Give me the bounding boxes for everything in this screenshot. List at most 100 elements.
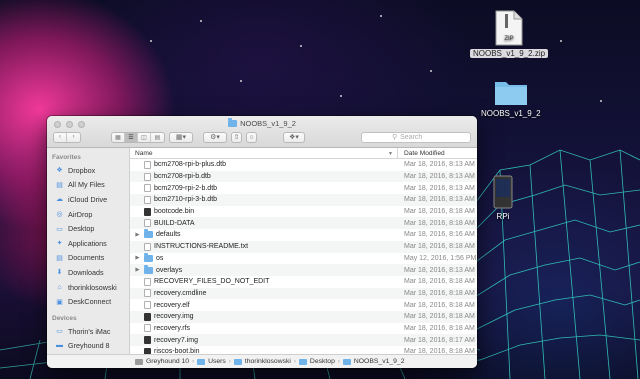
file-date: Mar 18, 2016, 8:17 AM (404, 336, 475, 344)
file-row[interactable]: recovery.cmdline Mar 18, 2016, 8:18 AM (130, 287, 477, 300)
document-icon (144, 277, 151, 286)
document-icon (144, 301, 151, 310)
file-date: Mar 18, 2016, 8:13 AM (404, 184, 475, 192)
cover-flow-button[interactable]: ▤ (151, 132, 164, 142)
file-row[interactable]: bcm2709-rpi-2-b.dtb Mar 18, 2016, 8:13 AM (130, 182, 477, 194)
arrange-button[interactable]: ▦▾ (169, 131, 193, 143)
sidebar-item-dropbox[interactable]: ❖ Dropbox (47, 163, 129, 178)
date-column-header[interactable]: Date Modified (398, 150, 445, 157)
sidebar-item-greyhound-8[interactable]: ▬ Greyhound 8 (47, 339, 129, 354)
binary-file-icon (144, 336, 151, 345)
file-date: Mar 18, 2016, 8:18 AM (404, 301, 475, 309)
binary-file-icon (144, 207, 151, 216)
sidebar-item-deskconnect[interactable]: ▣ DeskConnect (47, 294, 129, 309)
file-date: Mar 18, 2016, 8:13 AM (404, 173, 475, 181)
file-row[interactable]: ▶ os May 12, 2016, 1:56 PM (130, 252, 477, 265)
sidebar-item-label: Thorin's iMac (68, 326, 111, 336)
file-date: Mar 18, 2016, 8:13 AM (404, 266, 475, 274)
file-row[interactable]: ▶ overlays Mar 18, 2016, 8:13 AM (130, 264, 477, 276)
file-row[interactable]: INSTRUCTIONS-README.txt Mar 18, 2016, 8:1… (130, 240, 477, 253)
disclosure-triangle-icon[interactable]: ▶ (134, 232, 141, 238)
sidebar-item-downloads[interactable]: ⬇ Downloads (47, 265, 129, 280)
imac-icon: ▭ (56, 328, 63, 336)
file-row[interactable]: bootcode.bin Mar 18, 2016, 8:18 AM (130, 206, 477, 218)
path-segment[interactable]: Desktop (310, 358, 335, 365)
name-column-header[interactable]: Name ▼ (130, 148, 398, 158)
folder-icon (144, 264, 153, 274)
file-row[interactable]: RECOVERY_FILES_DO_NOT_EDIT Mar 18, 2016, … (130, 276, 477, 288)
file-date: Mar 18, 2016, 8:18 AM (404, 289, 475, 297)
sidebar-item-applications[interactable]: ✦ Applications (47, 236, 129, 251)
sidebar-item-desktop[interactable]: ▭ Desktop (47, 221, 129, 236)
disclosure-triangle-icon[interactable]: ▶ (134, 267, 141, 273)
file-date: Mar 18, 2016, 8:13 AM (404, 196, 475, 204)
document-icon (144, 195, 151, 204)
file-row[interactable]: bcm2710-rpi-3-b.dtb Mar 18, 2016, 8:13 AM (130, 194, 477, 206)
desktop-icon-label: NOOBS_v1_9_2.zip (470, 49, 549, 58)
file-row[interactable]: recovery.img Mar 18, 2016, 8:18 AM (130, 310, 477, 323)
file-name: bcm2708-rpi-b-plus.dtb (154, 161, 226, 169)
file-name: bcm2709-rpi-2-b.dtb (154, 184, 218, 192)
file-row[interactable]: bcm2708-rpi-b.dtb Mar 18, 2016, 8:13 AM (130, 170, 477, 183)
icon-view-button[interactable]: ▦ (112, 132, 125, 142)
sidebar-item-icloud-drive[interactable]: ☁ iCloud Drive (47, 192, 129, 207)
file-name: recovery.cmdline (154, 289, 207, 297)
search-icon: ⚲ (392, 134, 398, 141)
finder-body: Favorites ❖ Dropbox ▤ All My Files ☁ iCloud D… (47, 148, 477, 354)
sidebar-item-all-my-files[interactable]: ▤ All My Files (47, 178, 129, 193)
file-row[interactable]: recovery.elf Mar 18, 2016, 8:18 AM (130, 299, 477, 311)
dropbox-toolbar-button[interactable]: ❖▾ (283, 131, 305, 143)
sidebar-item-label: All My Files (68, 180, 105, 190)
document-icon (144, 242, 151, 251)
sidebar-item-airdrop[interactable]: ◎ AirDrop (47, 207, 129, 222)
file-name: BUILD-DATA (154, 219, 195, 227)
back-button[interactable]: ‹ (54, 132, 67, 142)
desktop-icon-zip[interactable]: ZIP NOOBS_v1_9_2.zip (470, 10, 549, 58)
file-name: bcm2708-rpi-b.dtb (154, 173, 211, 181)
sidebar-item-thorinklosowski[interactable]: ⌂ thorinklosowski (47, 280, 129, 295)
toolbar: ‹ › ▦ ☰ ◫ ▤ ▦▾ ⚙▾ ⇧ ○ ❖▾ ⚲ Search (53, 130, 471, 144)
file-row[interactable]: BUILD-DATA Mar 18, 2016, 8:18 AM (130, 217, 477, 230)
path-segment[interactable]: Users (208, 358, 226, 365)
folder-icon (144, 252, 153, 262)
file-name: recovery.elf (154, 301, 190, 309)
folder-icon (494, 82, 527, 105)
chevron-right-icon: › (337, 358, 340, 365)
column-view-button[interactable]: ◫ (138, 132, 151, 142)
sidebar-item-thorin-s-imac[interactable]: ▭ Thorin's iMac (47, 324, 129, 339)
desktop-icon-folder[interactable]: NOOBS_v1_9_2 (478, 78, 544, 118)
action-gear-button[interactable]: ⚙▾ (203, 131, 227, 143)
path-segment[interactable]: NOOBS_v1_9_2 (354, 358, 405, 365)
nav-buttons: ‹ › (53, 131, 81, 143)
forward-button[interactable]: › (67, 132, 80, 142)
file-row[interactable]: recovery.rfs Mar 18, 2016, 8:18 AM (130, 323, 477, 335)
sort-arrow-icon: ▼ (388, 151, 393, 157)
file-row[interactable]: recovery7.img Mar 18, 2016, 8:17 AM (130, 334, 477, 346)
share-button[interactable]: ⇧ (231, 131, 242, 143)
search-field[interactable]: ⚲ Search (361, 131, 471, 143)
document-icon (144, 324, 151, 333)
path-segment[interactable]: Greyhound 10 (146, 358, 189, 365)
sidebar-item-label: Documents (68, 253, 105, 263)
path-segment[interactable]: thorinklosowski (245, 358, 291, 365)
file-row[interactable]: riscos-boot.bin Mar 18, 2016, 8:18 AM (130, 346, 477, 354)
applications-icon: ✦ (56, 240, 63, 248)
tags-button[interactable]: ○ (246, 131, 257, 143)
file-name: recovery7.img (154, 336, 198, 344)
desktop-icon-rpi[interactable]: RPi (492, 175, 514, 221)
disk-icon (135, 358, 143, 365)
file-row[interactable]: bcm2708-rpi-b-plus.dtb Mar 18, 2016, 8:13… (130, 159, 477, 171)
window-title: NOOBS_v1_9_2 (47, 118, 477, 128)
folder-icon (342, 358, 351, 365)
sidebar-item-documents[interactable]: ▤ Documents (47, 251, 129, 266)
document-icon (144, 160, 151, 169)
document-icon (144, 184, 151, 193)
list-view-button[interactable]: ☰ (125, 132, 138, 142)
desktop-icon: ▭ (56, 225, 63, 233)
disclosure-triangle-icon[interactable]: ▶ (134, 255, 141, 261)
zip-file-icon: ZIP (495, 10, 523, 46)
path-bar: Greyhound 10 › Users › thorinklosowski › Deskt… (47, 354, 477, 368)
all-files-icon: ▤ (56, 181, 63, 189)
file-row[interactable]: ▶ defaults Mar 18, 2016, 8:16 AM (130, 229, 477, 241)
file-name: recovery.rfs (154, 324, 191, 332)
